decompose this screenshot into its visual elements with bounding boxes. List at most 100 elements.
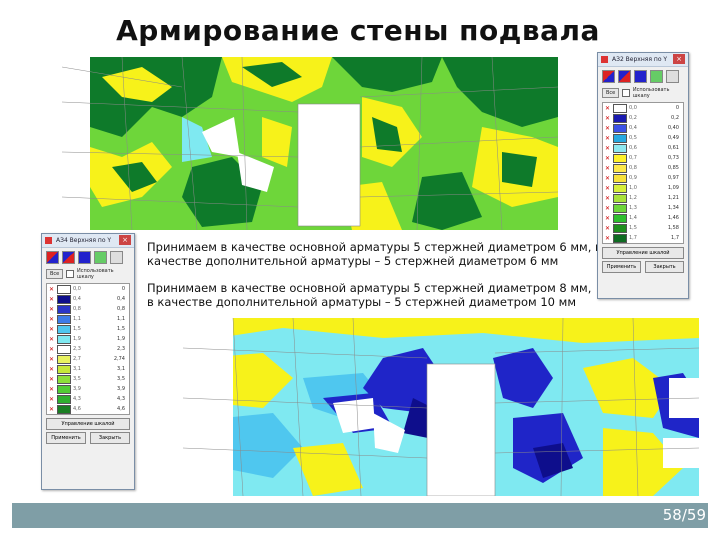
remove-icon[interactable]: ✕ (605, 205, 611, 212)
remove-icon[interactable]: ✕ (605, 185, 611, 192)
apply-button[interactable]: Применить (46, 432, 86, 444)
color-swatch[interactable] (57, 294, 71, 304)
legend-row[interactable]: ✕ 1,0 1,09 (603, 183, 683, 193)
close-icon[interactable]: × (673, 54, 685, 64)
remove-icon[interactable]: ✕ (49, 286, 55, 293)
color-swatch[interactable] (613, 143, 627, 153)
remove-icon[interactable]: ✕ (49, 306, 55, 313)
color-swatch[interactable] (57, 314, 71, 324)
remove-icon[interactable]: ✕ (605, 125, 611, 132)
legend-row[interactable]: ✕ 0,8 0,8 (47, 304, 129, 314)
color-swatch[interactable] (57, 334, 71, 344)
remove-icon[interactable]: ✕ (605, 105, 611, 112)
remove-icon[interactable]: ✕ (605, 165, 611, 172)
close-icon[interactable]: × (119, 235, 131, 245)
green-scale-icon[interactable] (94, 251, 107, 264)
manage-scale-button[interactable]: Управление шкалой (602, 247, 684, 259)
legend-row[interactable]: ✕ 0,0 0 (47, 284, 129, 294)
remove-icon[interactable]: ✕ (49, 406, 55, 413)
color-swatch[interactable] (613, 223, 627, 233)
gray-scale-icon[interactable] (110, 251, 123, 264)
legend-row[interactable]: ✕ 0,8 0,85 (603, 163, 683, 173)
color-swatch[interactable] (613, 183, 627, 193)
legend-row[interactable]: ✕ 0,7 0,73 (603, 153, 683, 163)
legend-row[interactable]: ✕ 2,7 2,74 (47, 354, 129, 364)
legend-row[interactable]: ✕ 4,3 4,3 (47, 394, 129, 404)
manage-scale-button[interactable]: Управление шкалой (46, 418, 130, 430)
color-swatch[interactable] (57, 344, 71, 354)
legend-row[interactable]: ✕ 0,4 0,4 (47, 294, 129, 304)
color-swatch[interactable] (57, 384, 71, 394)
legend-row[interactable]: ✕ 3,9 3,9 (47, 384, 129, 394)
gray-scale-icon[interactable] (666, 70, 679, 83)
color-swatch[interactable] (613, 213, 627, 223)
legend-row[interactable]: ✕ 3,1 3,1 (47, 364, 129, 374)
color-swatch[interactable] (57, 394, 71, 404)
legend-row[interactable]: ✕ 0,0 0 (603, 103, 683, 113)
green-scale-icon[interactable] (650, 70, 663, 83)
remove-icon[interactable]: ✕ (605, 115, 611, 122)
legend-row[interactable]: ✕ 2,3 2,3 (47, 344, 129, 354)
palette-icon[interactable] (46, 251, 59, 264)
close-button[interactable]: Закрыть (645, 261, 684, 273)
remove-icon[interactable]: ✕ (605, 235, 611, 242)
color-swatch[interactable] (57, 284, 71, 294)
close-button[interactable]: Закрыть (90, 432, 130, 444)
color-swatch[interactable] (57, 364, 71, 374)
remove-icon[interactable]: ✕ (49, 326, 55, 333)
blue-scale-icon[interactable] (78, 251, 91, 264)
legend-row[interactable]: ✕ 0,9 0,97 (603, 173, 683, 183)
use-scale-checkbox[interactable] (622, 89, 630, 97)
remove-icon[interactable]: ✕ (605, 215, 611, 222)
color-swatch[interactable] (57, 324, 71, 334)
remove-icon[interactable]: ✕ (49, 376, 55, 383)
color-swatch[interactable] (613, 133, 627, 143)
legend-row[interactable]: ✕ 1,5 1,58 (603, 223, 683, 233)
remove-icon[interactable]: ✕ (49, 296, 55, 303)
remove-icon[interactable]: ✕ (605, 155, 611, 162)
color-swatch[interactable] (57, 304, 71, 314)
palette-reverse-icon[interactable] (62, 251, 75, 264)
apply-button[interactable]: Применить (602, 261, 641, 273)
color-swatch[interactable] (57, 354, 71, 364)
color-swatch[interactable] (57, 404, 71, 414)
legend-row[interactable]: ✕ 0,6 0,61 (603, 143, 683, 153)
remove-icon[interactable]: ✕ (49, 316, 55, 323)
legend-row[interactable]: ✕ 1,3 1,34 (603, 203, 683, 213)
legend-row[interactable]: ✕ 1,2 1,21 (603, 193, 683, 203)
legend-row[interactable]: ✕ 1,1 1,1 (47, 314, 129, 324)
legend-row[interactable]: ✕ 1,7 1,7 (603, 233, 683, 243)
use-scale-checkbox[interactable] (66, 270, 75, 278)
color-swatch[interactable] (57, 374, 71, 384)
remove-icon[interactable]: ✕ (605, 135, 611, 142)
remove-icon[interactable]: ✕ (605, 175, 611, 182)
legend-row[interactable]: ✕ 1,9 1,9 (47, 334, 129, 344)
remove-icon[interactable]: ✕ (49, 336, 55, 343)
color-swatch[interactable] (613, 123, 627, 133)
color-swatch[interactable] (613, 153, 627, 163)
color-swatch[interactable] (613, 103, 627, 113)
remove-icon[interactable]: ✕ (605, 145, 611, 152)
remove-icon[interactable]: ✕ (49, 346, 55, 353)
remove-icon[interactable]: ✕ (605, 195, 611, 202)
color-swatch[interactable] (613, 193, 627, 203)
palette-reverse-icon[interactable] (618, 70, 631, 83)
remove-icon[interactable]: ✕ (49, 366, 55, 373)
color-swatch[interactable] (613, 233, 627, 243)
legend-row[interactable]: ✕ 1,5 1,5 (47, 324, 129, 334)
legend-row[interactable]: ✕ 0,4 0,40 (603, 123, 683, 133)
remove-icon[interactable]: ✕ (49, 396, 55, 403)
palette-icon[interactable] (602, 70, 615, 83)
legend-row[interactable]: ✕ 3,5 3,5 (47, 374, 129, 384)
remove-icon[interactable]: ✕ (49, 356, 55, 363)
legend-row[interactable]: ✕ 1,4 1,46 (603, 213, 683, 223)
color-swatch[interactable] (613, 163, 627, 173)
legend-row[interactable]: ✕ 0,2 0,2 (603, 113, 683, 123)
blue-scale-icon[interactable] (634, 70, 647, 83)
remove-icon[interactable]: ✕ (49, 386, 55, 393)
color-swatch[interactable] (613, 113, 627, 123)
color-swatch[interactable] (613, 203, 627, 213)
all-button[interactable]: Все (602, 88, 620, 98)
remove-icon[interactable]: ✕ (605, 225, 611, 232)
color-swatch[interactable] (613, 173, 627, 183)
